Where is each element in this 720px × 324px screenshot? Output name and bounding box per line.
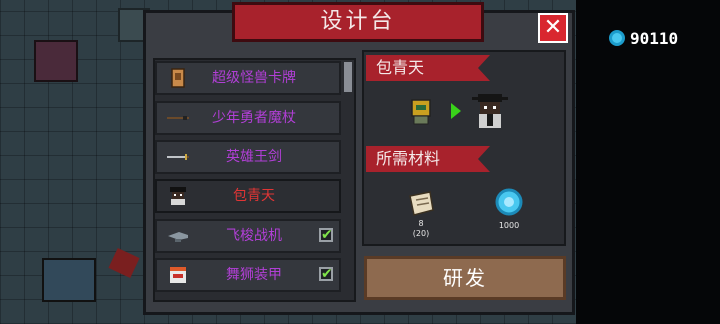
list-item-selected[interactable]: 包青天 (155, 179, 341, 213)
knight-icon (411, 99, 431, 125)
close-button[interactable]: ✕ (538, 13, 568, 43)
item-name-ribbon: 包青天 (366, 55, 490, 81)
background-desk (34, 40, 78, 82)
list-item-label: 英雄王剑 (226, 149, 282, 165)
list-item-label: 舞狮装甲 (226, 267, 282, 283)
list-item-label: 超级怪兽卡牌 (212, 70, 296, 86)
owned-checkbox: ✔ (319, 227, 333, 243)
list-item[interactable]: 超级怪兽卡牌 (155, 61, 341, 95)
list-item[interactable]: 舞狮装甲 ✔ (155, 258, 341, 292)
lion-armor-icon (170, 267, 186, 283)
material-count: 1000 (498, 221, 520, 230)
list-item[interactable]: 英雄王剑 (155, 140, 341, 174)
material-count: 8 (418, 219, 424, 228)
card-icon (171, 68, 185, 88)
gem-count: 90110 (630, 29, 679, 48)
bao-skin-preview-icon (472, 94, 508, 128)
arrow-right-icon (451, 103, 461, 119)
list-item[interactable]: 飞梭战机 ✔ (155, 219, 341, 253)
list-item[interactable]: 少年勇者魔杖 (155, 101, 341, 135)
gem-icon (609, 30, 625, 46)
owned-checkbox: ✔ (319, 266, 333, 282)
develop-button[interactable]: 研发 (364, 256, 566, 300)
gem-icon (495, 188, 523, 216)
page-title: 设计台 (232, 2, 484, 42)
material-required: (20) (412, 229, 430, 238)
blueprint-scroll-icon (409, 191, 434, 216)
jet-icon (168, 232, 188, 242)
list-scrollbar[interactable] (344, 62, 352, 92)
background-computer (42, 258, 96, 302)
dark-void-area (576, 0, 720, 324)
bao-skin-icon (170, 187, 186, 205)
list-item-label: 包青天 (233, 188, 275, 204)
sword-icon (167, 154, 189, 160)
list-item-label: 飞梭战机 (226, 228, 282, 244)
list-item-label: 少年勇者魔杖 (212, 110, 296, 126)
wand-icon (167, 116, 189, 120)
materials-ribbon: 所需材料 (366, 146, 490, 172)
